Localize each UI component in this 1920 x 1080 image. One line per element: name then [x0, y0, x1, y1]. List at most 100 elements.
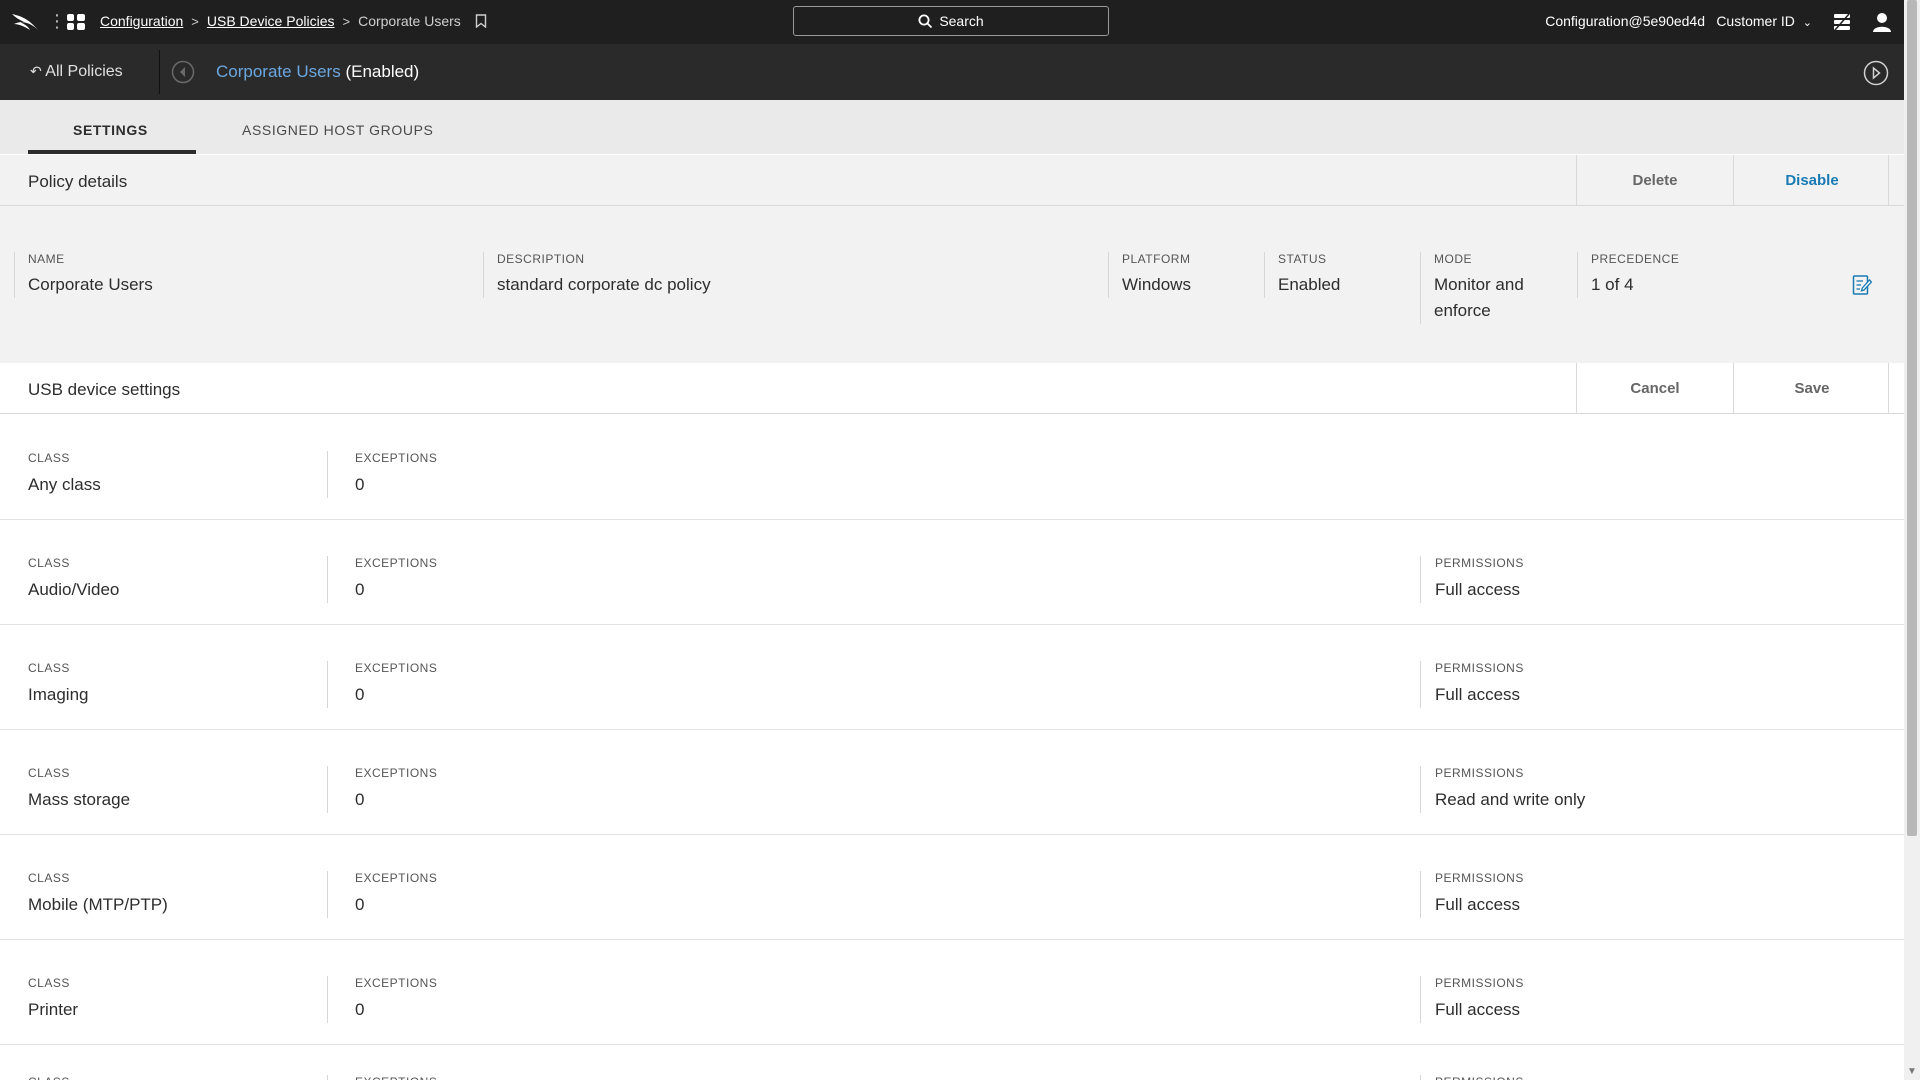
field-precedence: PRECEDENCE 1 of 4 [1577, 252, 1791, 298]
chevron-right-icon: > [342, 13, 351, 29]
cancel-button[interactable]: Cancel [1576, 363, 1733, 413]
exceptions-cell: EXCEPTIONS 0 [327, 661, 437, 708]
usb-class-row[interactable]: CLASS Mobile (MTP/PTP) EXCEPTIONS 0 PERM… [0, 835, 1904, 940]
permissions-cell: PERMISSIONS Full access [1420, 556, 1524, 603]
scroll-down-arrow-icon[interactable]: ▼ [1906, 1066, 1918, 1078]
usb-class-row[interactable]: CLASS Imaging EXCEPTIONS 0 PERMISSIONS F… [0, 625, 1904, 730]
class-cell: CLASS Any class [28, 451, 101, 498]
class-label: CLASS [28, 976, 70, 990]
more-vertical-icon[interactable]: ⋮ [48, 12, 66, 30]
search-icon [918, 14, 933, 28]
permissions-value: Full access [1435, 685, 1521, 704]
scrollbar-thumb[interactable] [1907, 0, 1917, 836]
tab-settings[interactable]: SETTINGS [73, 122, 148, 138]
permissions-value: Full access [1435, 895, 1521, 914]
class-cell: CLASS Mass storage [28, 766, 130, 813]
all-policies-label: All Policies [45, 63, 123, 80]
permissions-cell: PERMISSIONS Full access [1420, 661, 1524, 708]
chevron-down-icon: ⌄ [1802, 17, 1812, 29]
usb-class-row[interactable]: CLASS EXCEPTIONS PERMISSIONS [0, 1045, 1904, 1080]
policy-title-status: (Enabled) [345, 62, 420, 81]
exceptions-value: 0 [355, 895, 365, 914]
class-label: CLASS [28, 871, 70, 885]
class-label: CLASS [28, 1075, 70, 1080]
field-value: standard corporate dc policy [497, 275, 711, 294]
policy-header-bar: ↶ All Policies Corporate Users (Enabled) [0, 44, 1904, 100]
user-profile-icon[interactable] [1871, 11, 1893, 33]
usb-class-row[interactable]: CLASS Printer EXCEPTIONS 0 PERMISSIONS F… [0, 940, 1904, 1045]
breadcrumb: Configuration > USB Device Policies > Co… [100, 13, 487, 29]
delete-button[interactable]: Delete [1576, 155, 1733, 205]
exceptions-value: 0 [355, 1000, 365, 1019]
next-policy-icon[interactable] [1863, 60, 1889, 86]
exceptions-value: 0 [355, 685, 365, 704]
permissions-label: PERMISSIONS [1435, 871, 1524, 885]
policy-details-header: Policy details Delete Disable [0, 155, 1904, 206]
policy-details-title: Policy details [28, 172, 128, 191]
exceptions-label: EXCEPTIONS [355, 976, 438, 990]
all-policies-link[interactable]: ↶ All Policies [30, 63, 123, 81]
app-menu-icon[interactable] [66, 12, 86, 32]
field-value: 1 of 4 [1591, 275, 1634, 294]
class-value: Any class [28, 475, 101, 494]
breadcrumb-usb-device-policies[interactable]: USB Device Policies [207, 13, 335, 29]
permissions-cell: PERMISSIONS [1420, 1075, 1524, 1080]
exceptions-cell: EXCEPTIONS 0 [327, 976, 437, 1023]
permissions-label: PERMISSIONS [1435, 556, 1524, 570]
back-arrow-icon: ↶ [30, 63, 42, 79]
permissions-label: PERMISSIONS [1435, 766, 1524, 780]
bookmark-icon[interactable] [475, 14, 487, 28]
top-navbar: ⋮ Configuration > USB Device Policies > … [0, 0, 1920, 44]
usb-class-row[interactable]: CLASS Any class EXCEPTIONS 0 [0, 415, 1904, 520]
exceptions-label: EXCEPTIONS [355, 871, 438, 885]
exceptions-label: EXCEPTIONS [355, 766, 438, 780]
customer-id-dropdown[interactable]: Customer ID ⌄ [1716, 13, 1812, 29]
tab-assigned-host-groups[interactable]: ASSIGNED HOST GROUPS [242, 122, 433, 138]
edit-icon[interactable] [1852, 274, 1872, 296]
disable-button[interactable]: Disable [1733, 155, 1890, 205]
chevron-right-icon: > [191, 13, 199, 29]
class-value: Mobile (MTP/PTP) [28, 895, 168, 914]
exceptions-label: EXCEPTIONS [355, 556, 438, 570]
exceptions-label: EXCEPTIONS [355, 451, 438, 465]
policy-title-name: Corporate Users [216, 62, 341, 81]
class-cell: CLASS Printer [28, 976, 78, 1023]
class-cell: CLASS [28, 1075, 70, 1080]
exceptions-label: EXCEPTIONS [355, 1075, 437, 1080]
permissions-cell: PERMISSIONS Read and write only [1420, 766, 1585, 813]
permissions-label: PERMISSIONS [1435, 1075, 1524, 1080]
breadcrumb-configuration[interactable]: Configuration [100, 13, 183, 29]
divider [1888, 155, 1889, 205]
divider [1888, 363, 1889, 413]
exceptions-label: EXCEPTIONS [355, 661, 438, 675]
usb-settings-title: USB device settings [28, 380, 181, 399]
class-cell: CLASS Mobile (MTP/PTP) [28, 871, 168, 918]
class-cell: CLASS Imaging [28, 661, 88, 708]
search-input[interactable]: Search [793, 6, 1109, 36]
user-account[interactable]: Configuration@5e90ed4d [1545, 13, 1705, 29]
permissions-cell: PERMISSIONS Full access [1420, 871, 1524, 918]
exceptions-cell: EXCEPTIONS 0 [327, 766, 437, 813]
previous-policy-icon[interactable] [171, 60, 195, 84]
exceptions-cell: EXCEPTIONS [327, 1075, 437, 1080]
class-label: CLASS [28, 556, 70, 570]
save-button[interactable]: Save [1733, 363, 1890, 413]
permissions-value: Full access [1435, 580, 1521, 599]
permissions-value: Full access [1435, 1000, 1521, 1019]
field-status: STATUS Enabled [1264, 252, 1408, 298]
notifications-list-icon[interactable] [1831, 11, 1853, 33]
field-label: NAME [28, 252, 65, 266]
falcon-logo-icon[interactable] [10, 10, 40, 34]
exceptions-cell: EXCEPTIONS 0 [327, 451, 437, 498]
usb-class-row[interactable]: CLASS Audio/Video EXCEPTIONS 0 PERMISSIO… [0, 520, 1904, 625]
class-label: CLASS [28, 661, 70, 675]
usb-class-row[interactable]: CLASS Mass storage EXCEPTIONS 0 PERMISSI… [0, 730, 1904, 835]
field-label: DESCRIPTION [497, 252, 585, 266]
field-label: PLATFORM [1122, 252, 1191, 266]
tab-bar: SETTINGS ASSIGNED HOST GROUPS [0, 100, 1904, 154]
field-name: NAME Corporate Users [14, 252, 478, 298]
class-value: Audio/Video [28, 580, 120, 599]
field-value: Monitor and enforce [1434, 275, 1524, 320]
policy-details-panel: NAME Corporate Users DESCRIPTION standar… [0, 206, 1904, 363]
field-value: Corporate Users [28, 275, 153, 294]
